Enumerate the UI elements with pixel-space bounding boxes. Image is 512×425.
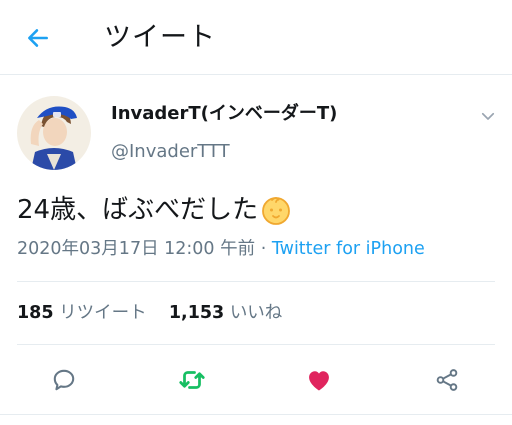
top-bar: ツイート (0, 0, 512, 75)
tweet-stats: 185 リツイート 1,153 いいね (17, 299, 282, 327)
page-title: ツイート (104, 22, 216, 53)
divider (17, 344, 495, 345)
like-button[interactable] (299, 358, 339, 402)
tweet-source-link[interactable]: Twitter for iPhone (272, 239, 425, 259)
chevron-down-icon (481, 112, 495, 120)
arrow-left-icon (28, 29, 48, 47)
divider (0, 414, 512, 415)
baby-face-emoji (262, 197, 290, 225)
retweets-count: 185 (17, 303, 54, 323)
likes-count: 1,153 (168, 303, 225, 323)
avatar[interactable] (17, 96, 91, 170)
retweet-icon (179, 371, 205, 389)
divider (17, 281, 495, 282)
share-button[interactable] (427, 358, 467, 402)
tweet-text: 24歳、ばぶべだした (17, 195, 259, 225)
reply-button[interactable] (44, 358, 84, 402)
likes-stat[interactable]: 1,153 いいね (169, 303, 282, 323)
share-icon (436, 369, 458, 391)
retweet-button[interactable] (172, 358, 212, 402)
tweet-actions (0, 358, 512, 402)
heart-icon (309, 371, 329, 391)
tweet-timestamp[interactable]: 2020年03月17日 12:00 午前 (17, 239, 255, 259)
meta-separator: · (255, 239, 272, 259)
tweet-body: 24歳、ばぶべだした (17, 190, 292, 230)
back-button[interactable] (22, 22, 54, 54)
reply-icon (53, 369, 75, 391)
tweet-menu-button[interactable] (476, 104, 500, 128)
user-handle[interactable]: @InvaderTTT (111, 139, 230, 165)
tweet-meta: 2020年03月17日 12:00 午前 · Twitter for iPhon… (17, 235, 425, 263)
display-name[interactable]: InvaderT(インベーダーT) (111, 101, 337, 127)
likes-label: いいね (229, 303, 283, 323)
retweets-label: リツイート (59, 303, 147, 323)
retweets-stat[interactable]: 185 リツイート (17, 303, 147, 323)
